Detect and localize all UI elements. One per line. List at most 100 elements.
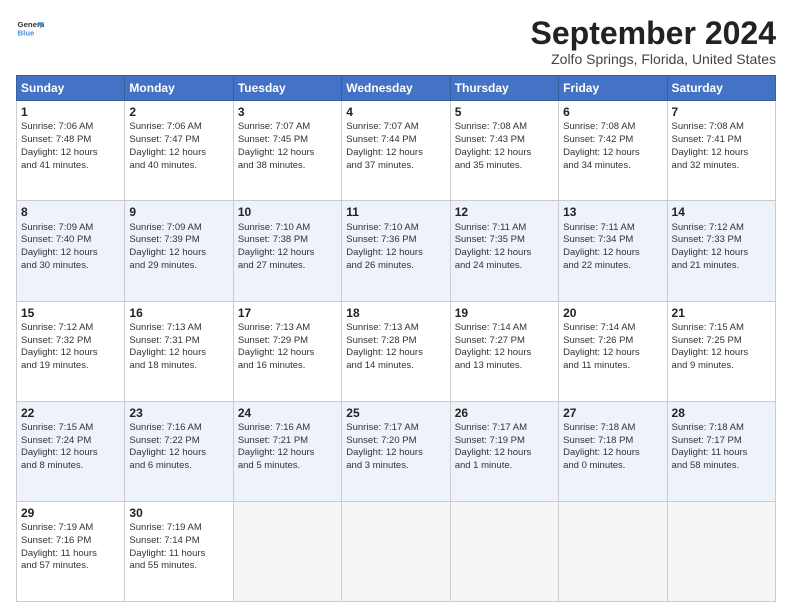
day-info: Daylight: 12 hours xyxy=(455,247,554,260)
calendar-week-row: 8Sunrise: 7:09 AMSunset: 7:40 PMDaylight… xyxy=(17,201,776,301)
day-info: Daylight: 12 hours xyxy=(238,447,337,460)
day-number: 29 xyxy=(21,505,120,521)
table-row: 15Sunrise: 7:12 AMSunset: 7:32 PMDayligh… xyxy=(17,301,125,401)
day-info: Sunrise: 7:13 AM xyxy=(346,322,445,335)
day-info: Daylight: 12 hours xyxy=(346,247,445,260)
table-row: 25Sunrise: 7:17 AMSunset: 7:20 PMDayligh… xyxy=(342,401,450,501)
day-info: Sunset: 7:27 PM xyxy=(455,335,554,348)
day-info: Daylight: 12 hours xyxy=(563,447,662,460)
day-info: Sunrise: 7:07 AM xyxy=(346,121,445,134)
day-info: Sunset: 7:17 PM xyxy=(672,435,771,448)
day-info: Sunset: 7:33 PM xyxy=(672,234,771,247)
calendar: Sunday Monday Tuesday Wednesday Thursday… xyxy=(16,75,776,602)
header-monday: Monday xyxy=(125,76,233,101)
table-row: 12Sunrise: 7:11 AMSunset: 7:35 PMDayligh… xyxy=(450,201,558,301)
day-info: and 29 minutes. xyxy=(129,260,228,273)
day-info: Sunset: 7:26 PM xyxy=(563,335,662,348)
day-info: Daylight: 12 hours xyxy=(455,147,554,160)
calendar-week-row: 15Sunrise: 7:12 AMSunset: 7:32 PMDayligh… xyxy=(17,301,776,401)
table-row: 4Sunrise: 7:07 AMSunset: 7:44 PMDaylight… xyxy=(342,101,450,201)
day-info: Daylight: 12 hours xyxy=(21,247,120,260)
day-info: Daylight: 12 hours xyxy=(129,447,228,460)
day-info: Sunset: 7:25 PM xyxy=(672,335,771,348)
day-info: and 5 minutes. xyxy=(238,460,337,473)
day-number: 1 xyxy=(21,104,120,120)
day-info: Sunrise: 7:14 AM xyxy=(455,322,554,335)
day-info: and 22 minutes. xyxy=(563,260,662,273)
day-info: Sunrise: 7:06 AM xyxy=(129,121,228,134)
day-info: Daylight: 12 hours xyxy=(346,147,445,160)
table-row: 9Sunrise: 7:09 AMSunset: 7:39 PMDaylight… xyxy=(125,201,233,301)
day-info: and 35 minutes. xyxy=(455,160,554,173)
day-info: and 34 minutes. xyxy=(563,160,662,173)
table-row: 27Sunrise: 7:18 AMSunset: 7:18 PMDayligh… xyxy=(559,401,667,501)
day-info: and 1 minute. xyxy=(455,460,554,473)
day-number: 27 xyxy=(563,405,662,421)
day-info: Sunrise: 7:09 AM xyxy=(21,222,120,235)
day-info: and 14 minutes. xyxy=(346,360,445,373)
header-tuesday: Tuesday xyxy=(233,76,341,101)
calendar-week-row: 22Sunrise: 7:15 AMSunset: 7:24 PMDayligh… xyxy=(17,401,776,501)
day-info: Daylight: 12 hours xyxy=(21,147,120,160)
day-info: and 13 minutes. xyxy=(455,360,554,373)
day-info: Sunrise: 7:17 AM xyxy=(455,422,554,435)
day-info: Sunset: 7:22 PM xyxy=(129,435,228,448)
day-info: and 6 minutes. xyxy=(129,460,228,473)
day-info: and 41 minutes. xyxy=(21,160,120,173)
table-row: 23Sunrise: 7:16 AMSunset: 7:22 PMDayligh… xyxy=(125,401,233,501)
day-info: and 58 minutes. xyxy=(672,460,771,473)
day-info: Sunrise: 7:17 AM xyxy=(346,422,445,435)
day-info: Sunrise: 7:08 AM xyxy=(455,121,554,134)
day-number: 8 xyxy=(21,204,120,220)
day-info: Daylight: 12 hours xyxy=(238,147,337,160)
day-info: Sunrise: 7:13 AM xyxy=(129,322,228,335)
table-row: 11Sunrise: 7:10 AMSunset: 7:36 PMDayligh… xyxy=(342,201,450,301)
day-info: Sunset: 7:32 PM xyxy=(21,335,120,348)
table-row: 16Sunrise: 7:13 AMSunset: 7:31 PMDayligh… xyxy=(125,301,233,401)
day-info: and 19 minutes. xyxy=(21,360,120,373)
day-info: and 3 minutes. xyxy=(346,460,445,473)
logo: General Blue xyxy=(16,16,44,44)
day-number: 22 xyxy=(21,405,120,421)
day-info: Sunrise: 7:14 AM xyxy=(563,322,662,335)
table-row xyxy=(559,501,667,601)
day-number: 12 xyxy=(455,204,554,220)
table-row: 6Sunrise: 7:08 AMSunset: 7:42 PMDaylight… xyxy=(559,101,667,201)
day-info: Sunset: 7:41 PM xyxy=(672,134,771,147)
day-info: Daylight: 11 hours xyxy=(129,548,228,561)
day-number: 25 xyxy=(346,405,445,421)
header-saturday: Saturday xyxy=(667,76,775,101)
day-info: Daylight: 12 hours xyxy=(672,347,771,360)
day-info: Sunrise: 7:10 AM xyxy=(238,222,337,235)
day-info: Sunrise: 7:10 AM xyxy=(346,222,445,235)
day-number: 4 xyxy=(346,104,445,120)
title-block: September 2024 Zolfo Springs, Florida, U… xyxy=(531,16,776,67)
table-row: 28Sunrise: 7:18 AMSunset: 7:17 PMDayligh… xyxy=(667,401,775,501)
day-info: Daylight: 11 hours xyxy=(21,548,120,561)
day-info: Sunset: 7:21 PM xyxy=(238,435,337,448)
table-row: 29Sunrise: 7:19 AMSunset: 7:16 PMDayligh… xyxy=(17,501,125,601)
day-info: Sunrise: 7:08 AM xyxy=(672,121,771,134)
table-row: 13Sunrise: 7:11 AMSunset: 7:34 PMDayligh… xyxy=(559,201,667,301)
day-info: Sunset: 7:35 PM xyxy=(455,234,554,247)
day-info: Sunset: 7:38 PM xyxy=(238,234,337,247)
day-number: 13 xyxy=(563,204,662,220)
day-number: 16 xyxy=(129,305,228,321)
svg-text:Blue: Blue xyxy=(18,28,36,37)
day-number: 7 xyxy=(672,104,771,120)
day-info: Sunset: 7:42 PM xyxy=(563,134,662,147)
table-row: 14Sunrise: 7:12 AMSunset: 7:33 PMDayligh… xyxy=(667,201,775,301)
day-info: Sunrise: 7:19 AM xyxy=(129,522,228,535)
location: Zolfo Springs, Florida, United States xyxy=(531,51,776,67)
day-info: and 37 minutes. xyxy=(346,160,445,173)
day-number: 17 xyxy=(238,305,337,321)
day-number: 5 xyxy=(455,104,554,120)
page: General Blue September 2024 Zolfo Spring… xyxy=(0,0,792,612)
day-info: Daylight: 12 hours xyxy=(21,447,120,460)
day-info: and 55 minutes. xyxy=(129,560,228,573)
table-row: 2Sunrise: 7:06 AMSunset: 7:47 PMDaylight… xyxy=(125,101,233,201)
day-number: 21 xyxy=(672,305,771,321)
day-info: Sunset: 7:39 PM xyxy=(129,234,228,247)
day-number: 20 xyxy=(563,305,662,321)
day-number: 19 xyxy=(455,305,554,321)
